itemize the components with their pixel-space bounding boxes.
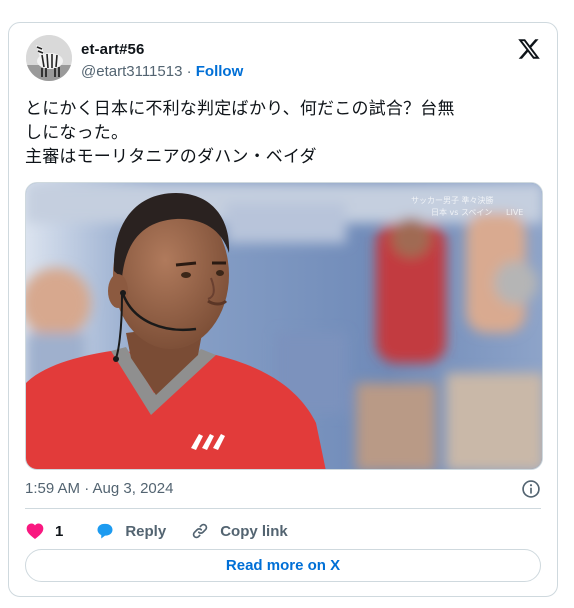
author-handle[interactable]: @etart3111513 <box>81 63 182 80</box>
tweet-timestamp[interactable]: 1:59 AM · Aug 3, 2024 <box>25 480 173 497</box>
handle-separator: · <box>182 63 196 80</box>
info-icon[interactable] <box>521 479 541 499</box>
tweet-media-image[interactable]: サッカー男子 準々決勝 日本 vs スペイン LIVE <box>25 182 543 470</box>
like-count: 1 <box>55 522 64 540</box>
copy-link-button[interactable]: Copy link <box>190 521 288 541</box>
x-logo-icon[interactable] <box>517 37 541 61</box>
avatar[interactable] <box>26 35 72 81</box>
reply-bubble-icon <box>97 523 113 539</box>
reply-label: Reply <box>125 522 167 540</box>
tweet-text: とにかく日本に不利な判定ばかり、何だこの試合？台無 しになった。 主審はモーリタ… <box>25 99 455 167</box>
broadcast-live-badge: LIVE <box>506 208 523 217</box>
broadcast-caption-line1: サッカー男子 準々決勝 <box>411 195 494 205</box>
author-handle-row: @etart3111513 · Follow <box>81 63 243 80</box>
zebra-avatar-icon <box>26 35 72 81</box>
referee-photo: サッカー男子 準々決勝 日本 vs スペイン LIVE <box>26 183 542 469</box>
link-icon <box>192 523 208 539</box>
like-button[interactable]: 1 <box>25 521 63 541</box>
divider <box>25 508 541 509</box>
broadcast-caption-line2: 日本 vs スペイン <box>431 207 492 217</box>
copy-link-label: Copy link <box>220 522 288 540</box>
reply-button[interactable]: Reply <box>95 521 166 541</box>
read-more-button[interactable]: Read more on X <box>25 549 541 582</box>
author-display-name[interactable]: et-art#56 <box>81 41 144 58</box>
tweet-card: et-art#56 @etart3111513 · Follow とにかく日本に… <box>8 22 558 597</box>
heart-icon <box>26 523 44 539</box>
action-bar: 1 Reply Copy link <box>25 519 312 543</box>
follow-button[interactable]: Follow <box>196 63 244 80</box>
